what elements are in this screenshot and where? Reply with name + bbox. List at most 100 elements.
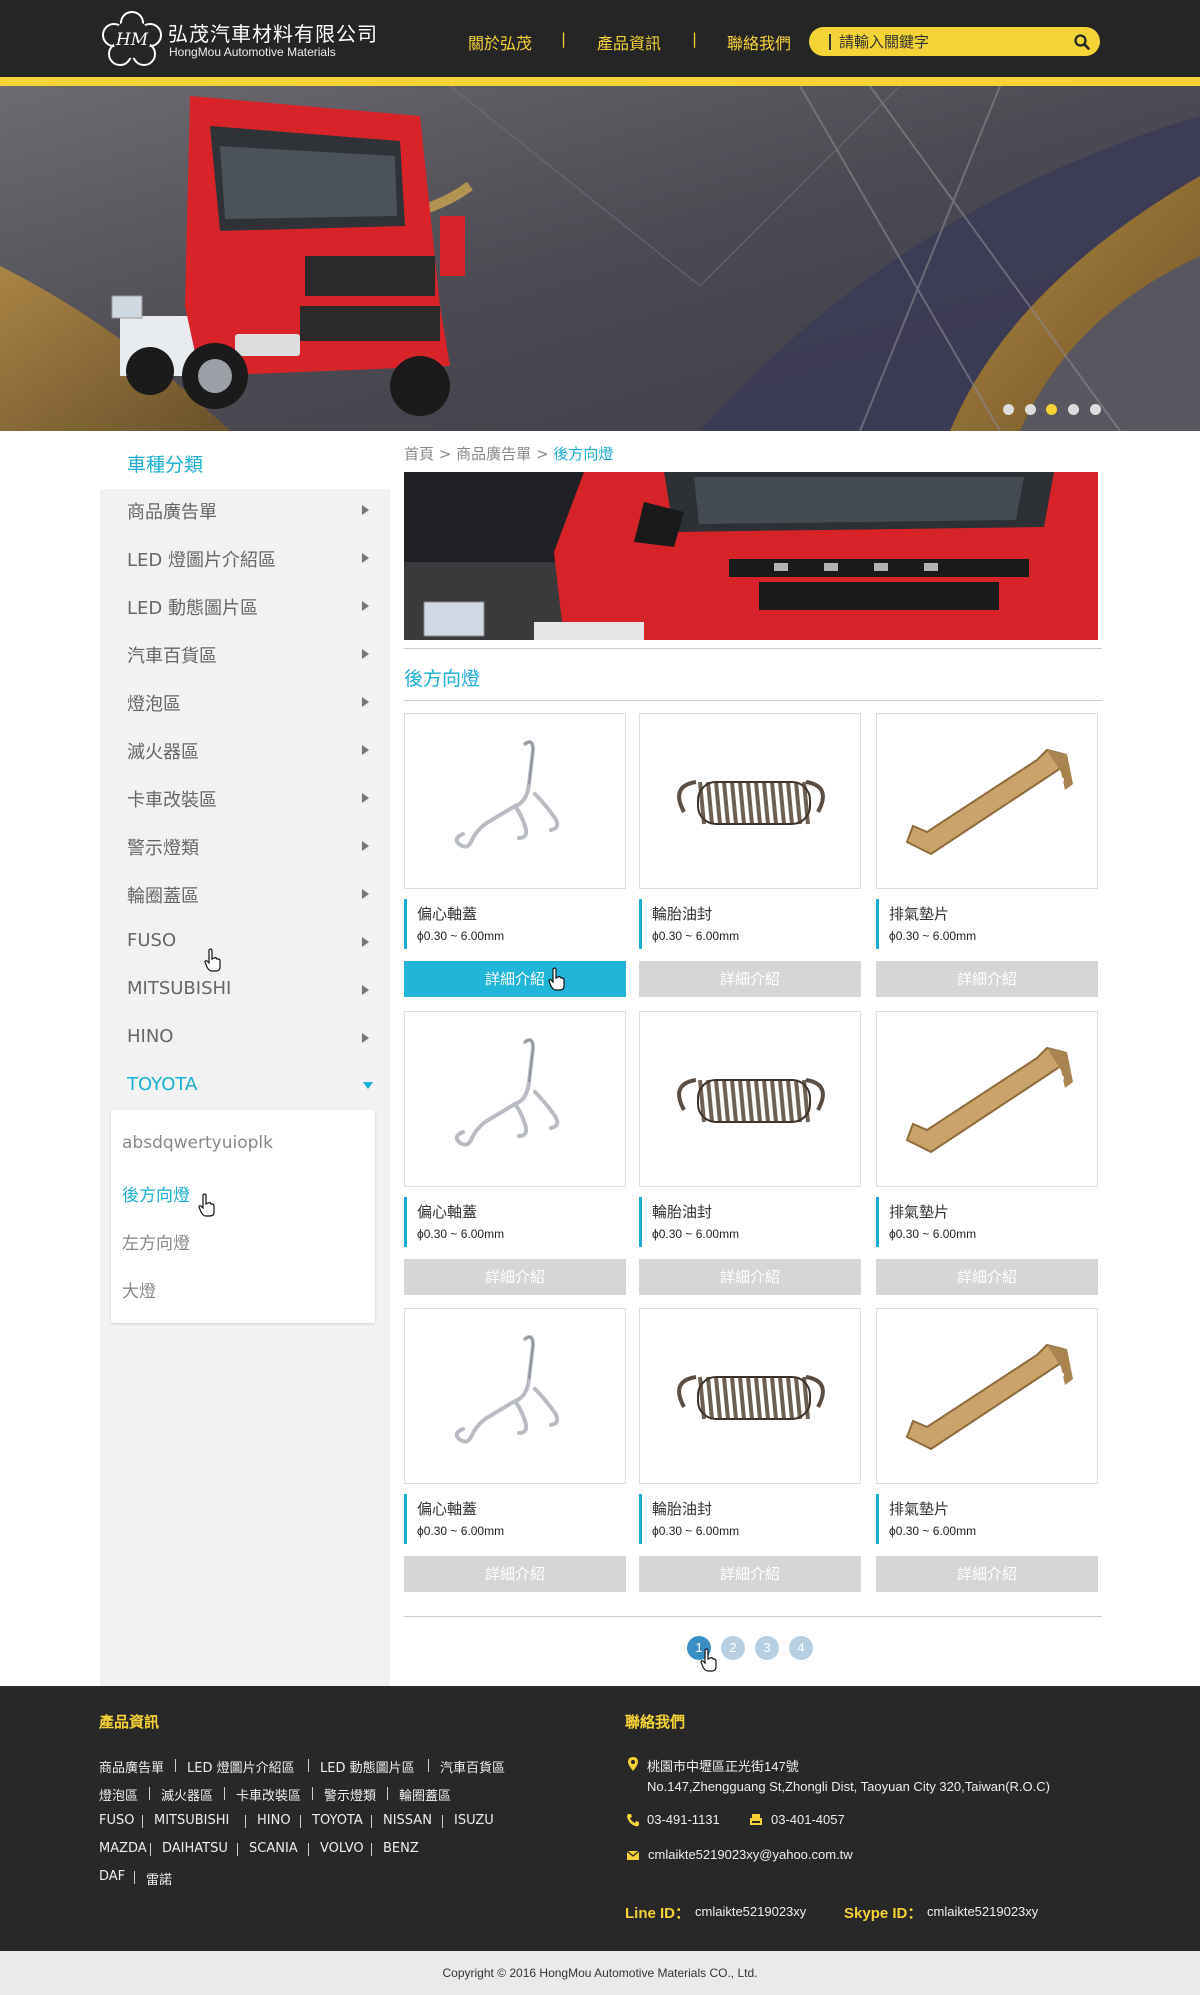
nav-about[interactable]: 關於弘茂 xyxy=(468,30,532,54)
product-image[interactable] xyxy=(639,713,861,889)
footer-product-link[interactable]: DAF xyxy=(99,1869,125,1884)
search-icon[interactable] xyxy=(1073,33,1091,51)
chevron-right-icon xyxy=(362,937,369,947)
sidebar-item-led-anim[interactable]: LED 動態圖片區 xyxy=(127,594,258,620)
copyright: Copyright © 2016 HongMou Automotive Mate… xyxy=(0,1951,1200,1995)
footer-phone[interactable]: 03-491-1131 xyxy=(647,1812,720,1827)
footer-product-link[interactable]: 燈泡區 xyxy=(99,1785,138,1804)
sidebar-item-hino[interactable]: HINO xyxy=(127,1026,173,1047)
footer-product-link[interactable]: NISSAN xyxy=(383,1813,432,1828)
footer-product-link[interactable]: MAZDA xyxy=(99,1841,147,1856)
details-button[interactable]: 詳細介紹 xyxy=(639,1259,861,1295)
footer-product-link[interactable]: 卡車改裝區 xyxy=(236,1785,301,1804)
submenu-item-1[interactable]: absdqwertyuioplk xyxy=(122,1133,273,1153)
submenu-item-rear-signal[interactable]: 後方向燈 xyxy=(122,1181,190,1206)
nav-contact[interactable]: 聯絡我們 xyxy=(727,30,791,54)
submenu-item-left-signal[interactable]: 左方向燈 xyxy=(122,1229,190,1254)
footer-product-link[interactable]: VOLVO xyxy=(320,1841,364,1856)
details-button[interactable]: 詳細介紹 xyxy=(876,1556,1098,1592)
product-name[interactable]: 排氣墊片 xyxy=(889,903,949,924)
details-button[interactable]: 詳細介紹 xyxy=(404,1259,626,1295)
sidebar-item-extinguisher[interactable]: 滅火器區 xyxy=(127,738,199,764)
details-button[interactable]: 詳細介紹 xyxy=(639,961,861,997)
slide-dot-1[interactable] xyxy=(1003,404,1014,415)
footer-product-link[interactable]: 汽車百貨區 xyxy=(440,1757,505,1776)
breadcrumb-sep: > xyxy=(438,445,452,463)
slide-dot-3[interactable] xyxy=(1046,404,1057,415)
sidebar-item-ads[interactable]: 商品廣告單 xyxy=(127,498,217,524)
sidebar-item-fuso[interactable]: FUSO xyxy=(127,930,176,951)
product-name[interactable]: 偏心軸蓋 xyxy=(417,1498,477,1519)
footer-contact-title: 聯絡我們 xyxy=(625,1713,686,1731)
footer-product-link[interactable]: LED 燈圖片介紹區 xyxy=(187,1757,295,1776)
footer-product-link[interactable]: 警示燈類 xyxy=(324,1785,376,1804)
submenu-item-headlight[interactable]: 大燈 xyxy=(122,1277,156,1302)
product-spec: ϕ0.30 ~ 6.00mm xyxy=(417,929,505,943)
details-button[interactable]: 詳細介紹 xyxy=(404,1556,626,1592)
location-pin-icon xyxy=(628,1757,638,1771)
sidebar-item-auto-goods[interactable]: 汽車百貨區 xyxy=(127,642,217,668)
coil-spring-icon xyxy=(677,780,825,825)
footer-product-link[interactable]: HINO xyxy=(257,1813,291,1828)
company-logo[interactable]: HM xyxy=(100,9,164,67)
search-input[interactable] xyxy=(839,31,1059,52)
sidebar-item-truck-mods[interactable]: 卡車改裝區 xyxy=(127,786,217,812)
nav-products[interactable]: 產品資訊 xyxy=(597,30,661,54)
divider xyxy=(404,648,1102,649)
product-name[interactable]: 輪胎油封 xyxy=(652,1201,712,1222)
product-name[interactable]: 偏心軸蓋 xyxy=(417,1201,477,1222)
brass-bracket-icon xyxy=(905,748,1073,856)
slide-dot-2[interactable] xyxy=(1025,404,1036,415)
product-name[interactable]: 輪胎油封 xyxy=(652,1498,712,1519)
footer-product-link[interactable]: LED 動態圖片區 xyxy=(320,1757,415,1776)
product-image[interactable] xyxy=(876,1011,1098,1187)
footer-product-link[interactable]: 商品廣告單 xyxy=(99,1757,164,1776)
product-image[interactable] xyxy=(639,1011,861,1187)
sidebar-item-toyota[interactable]: TOYOTA xyxy=(127,1074,197,1095)
footer-link-separator xyxy=(312,1787,313,1800)
product-name[interactable]: 排氣墊片 xyxy=(889,1201,949,1222)
footer-email[interactable]: cmlaikte5219023xy@yahoo.com.tw xyxy=(648,1847,853,1862)
sidebar-item-bulbs[interactable]: 燈泡區 xyxy=(127,690,181,716)
footer-product-link[interactable]: ISUZU xyxy=(454,1813,494,1828)
chevron-right-icon xyxy=(362,745,369,755)
footer-product-link[interactable]: 滅火器區 xyxy=(161,1785,213,1804)
page: HM 弘茂汽車材料有限公司 HongMou Automotive Materia… xyxy=(0,0,1200,1995)
line-id-value: cmlaikte5219023xy xyxy=(695,1904,807,1919)
footer-product-link[interactable]: TOYOTA xyxy=(312,1813,363,1828)
chevron-right-icon xyxy=(362,1033,369,1043)
footer-product-link[interactable]: SCANIA xyxy=(249,1841,298,1856)
product-image[interactable] xyxy=(876,713,1098,889)
details-button[interactable]: 詳細介紹 xyxy=(876,961,1098,997)
product-image[interactable] xyxy=(404,1011,626,1187)
product-image[interactable] xyxy=(876,1308,1098,1484)
product-name[interactable]: 排氣墊片 xyxy=(889,1498,949,1519)
sidebar-item-hubcaps[interactable]: 輪圈蓋區 xyxy=(127,882,199,908)
details-button[interactable]: 詳細介紹 xyxy=(876,1259,1098,1295)
page-4-button[interactable]: 4 xyxy=(789,1636,813,1660)
product-image[interactable] xyxy=(404,1308,626,1484)
footer-product-link[interactable]: MITSUBISHI xyxy=(154,1813,229,1828)
page-3-button[interactable]: 3 xyxy=(755,1636,779,1660)
footer-product-link[interactable]: FUSO xyxy=(99,1813,134,1828)
slide-dot-4[interactable] xyxy=(1068,404,1079,415)
details-button[interactable]: 詳細介紹 xyxy=(639,1556,861,1592)
breadcrumb-parent[interactable]: 商品廣告單 xyxy=(456,445,531,463)
sidebar-item-mitsubishi[interactable]: MITSUBISHI xyxy=(127,978,231,999)
footer-product-link[interactable]: DAIHATSU xyxy=(162,1841,228,1856)
footer-product-link[interactable]: 輪圈蓋區 xyxy=(399,1785,451,1804)
slide-dot-5[interactable] xyxy=(1090,404,1101,415)
product-name[interactable]: 輪胎油封 xyxy=(652,903,712,924)
product-image[interactable] xyxy=(639,1308,861,1484)
sidebar-item-led-pics[interactable]: LED 燈圖片介紹區 xyxy=(127,546,276,572)
product-name[interactable]: 偏心軸蓋 xyxy=(417,903,477,924)
details-button[interactable]: 詳細介紹 xyxy=(404,961,626,997)
breadcrumb-home[interactable]: 首頁 xyxy=(404,445,434,463)
product-image[interactable] xyxy=(404,713,626,889)
footer-product-link[interactable]: BENZ xyxy=(383,1841,419,1856)
footer-product-link[interactable]: 雷諾 xyxy=(146,1869,172,1888)
sidebar-item-warning-lights[interactable]: 警示燈類 xyxy=(127,834,199,860)
footer-link-separator xyxy=(442,1815,443,1828)
page-2-button[interactable]: 2 xyxy=(721,1636,745,1660)
skype-id-label: Skype ID： xyxy=(844,1905,923,1922)
